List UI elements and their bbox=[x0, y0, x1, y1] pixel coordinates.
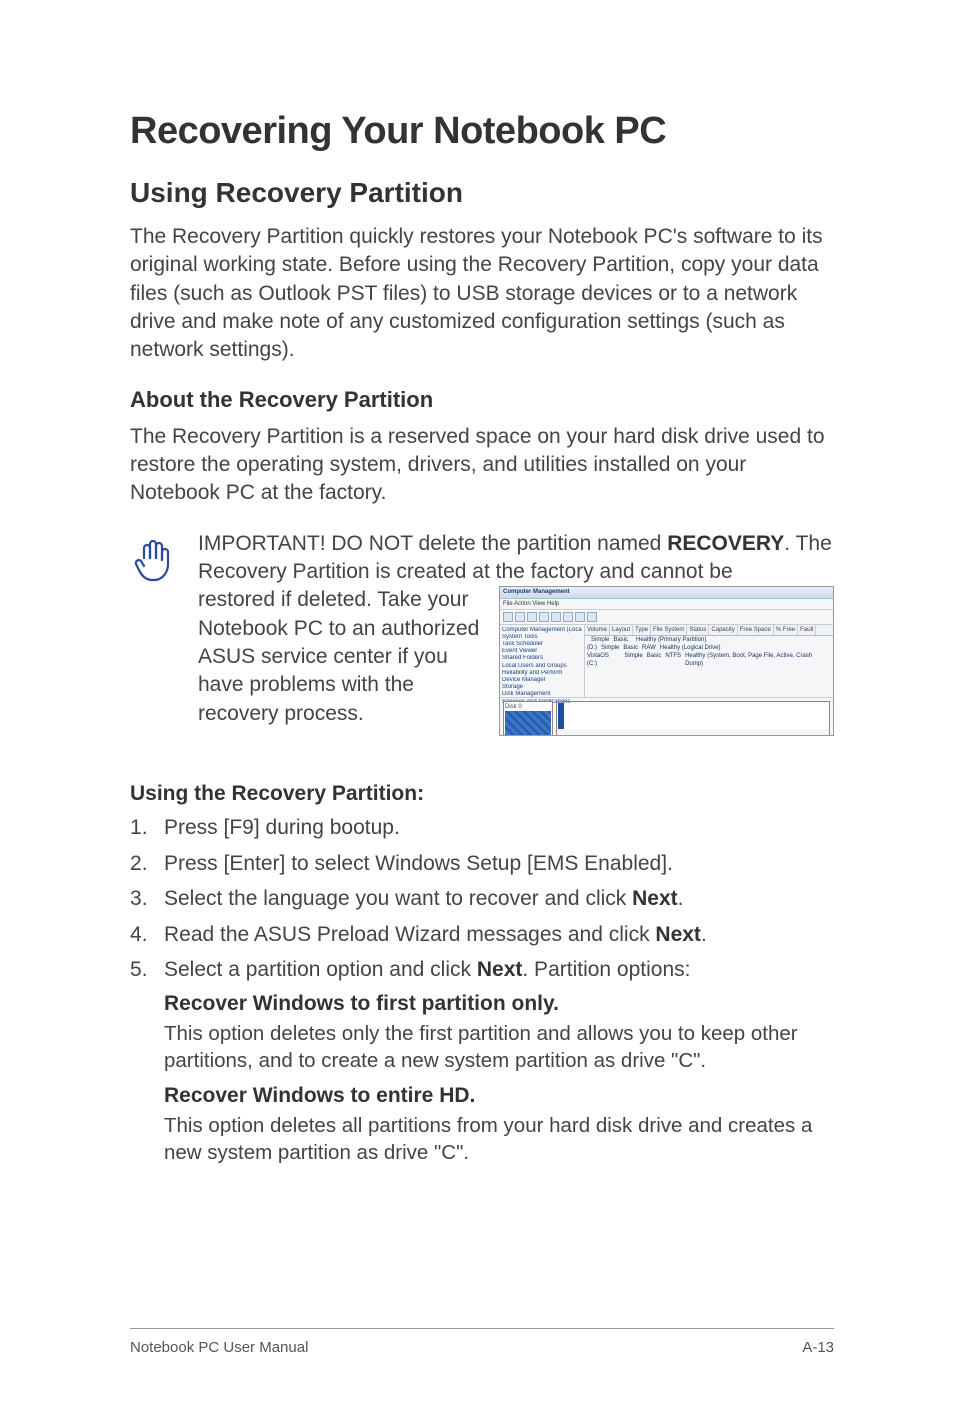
shot-menu: File Action View Help bbox=[500, 599, 833, 610]
step-2: Press [Enter] to select Windows Setup [E… bbox=[130, 848, 834, 880]
option-2-title: Recover Windows to entire HD. bbox=[164, 1084, 834, 1108]
option-1: Recover Windows to first partition only.… bbox=[164, 992, 834, 1074]
option-2-body: This option deletes all partitions from … bbox=[164, 1112, 834, 1166]
section-heading-using2: Using the Recovery Partition: bbox=[130, 782, 834, 806]
option-1-body: This option deletes only the first parti… bbox=[164, 1020, 834, 1074]
section2-body: The Recovery Partition is a reserved spa… bbox=[130, 423, 834, 508]
steps-list: Press [F9] during bootup. Press [Enter] … bbox=[130, 812, 834, 986]
step-5: Select a partition option and click Next… bbox=[130, 954, 834, 986]
important-lead: IMPORTANT! DO NOT delete the partition n… bbox=[198, 532, 667, 555]
shot-toolbar bbox=[500, 610, 833, 625]
important-rest: restored if deleted. Take your Notebook … bbox=[198, 586, 483, 728]
hand-stop-icon bbox=[130, 532, 178, 589]
step-4: Read the ASUS Preload Wizard messages an… bbox=[130, 919, 834, 951]
shot-titlebar: Computer Management bbox=[500, 587, 833, 598]
footer-left: Notebook PC User Manual bbox=[130, 1339, 308, 1356]
important-callout: IMPORTANT! DO NOT delete the partition n… bbox=[130, 530, 834, 737]
recovery-bold: RECOVERY bbox=[667, 532, 784, 555]
option-2: Recover Windows to entire HD. This optio… bbox=[164, 1084, 834, 1166]
shot-tree: Computer Management (Local System Tools … bbox=[500, 625, 585, 697]
step-1: Press [F9] during bootup. bbox=[130, 812, 834, 844]
page-title: Recovering Your Notebook PC bbox=[130, 110, 834, 153]
shot-diskbars: Disk 0 bbox=[500, 697, 833, 737]
footer-right: A-13 bbox=[802, 1339, 834, 1356]
important-line1: IMPORTANT! DO NOT delete the partition n… bbox=[198, 530, 834, 587]
section1-body: The Recovery Partition quickly restores … bbox=[130, 223, 834, 365]
page-footer: Notebook PC User Manual A-13 bbox=[130, 1328, 834, 1356]
option-1-title: Recover Windows to first partition only. bbox=[164, 992, 834, 1016]
section-heading-about: About the Recovery Partition bbox=[130, 387, 834, 413]
disk-management-screenshot: Computer Management File Action View Hel… bbox=[499, 586, 834, 736]
step-3: Select the language you want to recover … bbox=[130, 883, 834, 915]
section-heading-using: Using Recovery Partition bbox=[130, 177, 834, 209]
shot-grid: VolumeLayoutTypeFile SystemStatusCapacit… bbox=[585, 625, 833, 697]
